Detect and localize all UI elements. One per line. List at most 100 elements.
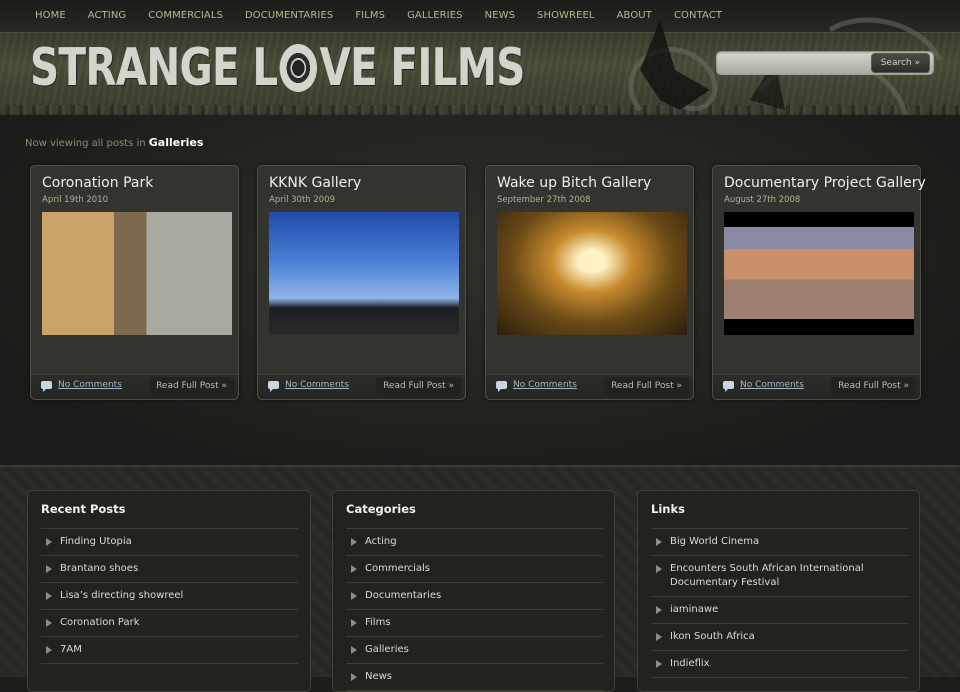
links-widget: Links Big World Cinema Encounters South …: [637, 490, 920, 692]
arrow-right-icon: [656, 633, 662, 641]
post-date: April 30th 2009: [269, 195, 335, 205]
categories-widget: Categories Acting Commercials Documentar…: [332, 490, 615, 692]
recent-post-item[interactable]: Lisa’s directing showreel: [41, 583, 298, 610]
read-full-post-button[interactable]: Read Full Post »: [831, 377, 916, 395]
item-label: Finding Utopia: [60, 536, 132, 547]
logo-text-end: VE FILMS: [319, 38, 526, 98]
post-card-kknk-gallery: KKNK Gallery April 30th 2009 No Comments…: [257, 165, 466, 400]
nav-about[interactable]: ABOUT: [606, 0, 663, 32]
logo-text-start: STRANGE L: [30, 38, 278, 98]
nav-home[interactable]: HOME: [24, 0, 77, 32]
nav-commercials[interactable]: COMMERCIALS: [137, 0, 234, 32]
item-label: News: [365, 671, 393, 682]
post-card-coronation-park: Coronation Park April 19th 2010 No Comme…: [30, 165, 239, 400]
widget-title: Categories: [346, 502, 416, 516]
category-item[interactable]: Commercials: [346, 556, 603, 583]
arrow-right-icon: [656, 565, 662, 573]
arrow-right-icon: [351, 538, 357, 546]
arrow-right-icon: [656, 606, 662, 614]
link-item[interactable]: iaminawe: [651, 597, 908, 624]
item-label: Brantano shoes: [60, 563, 139, 574]
read-full-post-button[interactable]: Read Full Post »: [149, 377, 234, 395]
site-logo[interactable]: STRANGE L VE FILMS: [30, 38, 526, 98]
item-label: Coronation Park: [60, 617, 140, 628]
link-item[interactable]: Indieflix: [651, 651, 908, 678]
item-label: Lisa’s directing showreel: [60, 590, 184, 601]
item-label: Indieflix: [670, 658, 710, 669]
search-button[interactable]: Search »: [870, 53, 930, 73]
post-title[interactable]: Documentary Project Gallery: [724, 175, 926, 191]
arrow-right-icon: [351, 646, 357, 654]
post-date: September 27th 2008: [497, 195, 591, 205]
comments-link[interactable]: No Comments: [41, 380, 122, 392]
recent-post-item[interactable]: Coronation Park: [41, 610, 298, 637]
item-label: Ikon South Africa: [670, 631, 755, 642]
post-footer: No Comments Read Full Post »: [258, 374, 465, 399]
arrow-right-icon: [656, 538, 662, 546]
item-label: Big World Cinema: [670, 536, 760, 547]
recent-posts-widget: Recent Posts Finding Utopia Brantano sho…: [27, 490, 311, 692]
item-label: Documentaries: [365, 590, 442, 601]
arrow-right-icon: [46, 646, 52, 654]
nav-documentaries[interactable]: DOCUMENTARIES: [234, 0, 344, 32]
category-item[interactable]: Documentaries: [346, 583, 603, 610]
arrow-right-icon: [351, 565, 357, 573]
nav-contact[interactable]: CONTACT: [663, 0, 733, 32]
post-thumbnail[interactable]: [497, 212, 687, 335]
post-date: August 27th 2008: [724, 195, 801, 205]
category-item[interactable]: Galleries: [346, 637, 603, 664]
post-thumbnail[interactable]: [724, 212, 914, 335]
post-card-documentary-project-gallery: Documentary Project Gallery August 27th …: [712, 165, 926, 400]
post-thumbnail[interactable]: [42, 212, 232, 335]
post-card-wake-up-gallery: Wake up Bitch Gallery September 27th 200…: [485, 165, 694, 400]
post-footer: No Comments Read Full Post »: [31, 374, 238, 399]
comment-icon: [268, 381, 279, 392]
category-item[interactable]: Acting: [346, 529, 603, 556]
post-title[interactable]: KKNK Gallery: [269, 175, 361, 191]
item-label: iaminawe: [670, 604, 719, 615]
recent-post-item[interactable]: Brantano shoes: [41, 556, 298, 583]
comments-link[interactable]: No Comments: [723, 380, 804, 392]
item-label: Commercials: [365, 563, 431, 574]
post-title[interactable]: Wake up Bitch Gallery: [497, 175, 651, 191]
nav-films[interactable]: FILMS: [344, 0, 396, 32]
nav-acting[interactable]: ACTING: [77, 0, 138, 32]
comment-icon: [496, 381, 507, 392]
comments-link[interactable]: No Comments: [496, 380, 577, 392]
nav-news[interactable]: NEWS: [474, 0, 526, 32]
read-full-post-button[interactable]: Read Full Post »: [376, 377, 461, 395]
viewing-category: Galleries: [148, 136, 204, 149]
comments-label: No Comments: [58, 380, 122, 390]
search-box: Search »: [716, 51, 934, 75]
arrow-right-icon: [351, 592, 357, 600]
comments-label: No Comments: [740, 380, 804, 390]
post-footer: No Comments Read Full Post »: [713, 374, 920, 399]
recent-post-item[interactable]: Finding Utopia: [41, 529, 298, 556]
comment-icon: [41, 381, 52, 392]
search-input[interactable]: [724, 54, 878, 73]
header-divider: [0, 105, 960, 115]
item-label: Encounters South African International D…: [670, 563, 864, 588]
link-item[interactable]: Big World Cinema: [651, 529, 908, 556]
recent-post-item[interactable]: 7AM: [41, 637, 298, 664]
comments-link[interactable]: No Comments: [268, 380, 349, 392]
arrow-right-icon: [656, 660, 662, 668]
category-item[interactable]: Films: [346, 610, 603, 637]
nav-galleries[interactable]: GALLERIES: [396, 0, 474, 32]
comment-icon: [723, 381, 734, 392]
link-item[interactable]: Ikon South Africa: [651, 624, 908, 651]
comments-label: No Comments: [285, 380, 349, 390]
viewing-label: Now viewing all posts in Galleries: [25, 136, 203, 149]
post-footer: No Comments Read Full Post »: [486, 374, 693, 399]
film-reel-icon: [279, 44, 318, 92]
nav-showreel[interactable]: SHOWREEL: [526, 0, 606, 32]
post-thumbnail[interactable]: [269, 212, 459, 335]
category-item[interactable]: News: [346, 664, 603, 691]
post-title[interactable]: Coronation Park: [42, 175, 153, 191]
read-full-post-button[interactable]: Read Full Post »: [604, 377, 689, 395]
arrow-right-icon: [46, 538, 52, 546]
arrow-right-icon: [46, 565, 52, 573]
item-label: Galleries: [365, 644, 409, 655]
item-label: 7AM: [60, 644, 82, 655]
link-item[interactable]: Encounters South African International D…: [651, 556, 908, 597]
